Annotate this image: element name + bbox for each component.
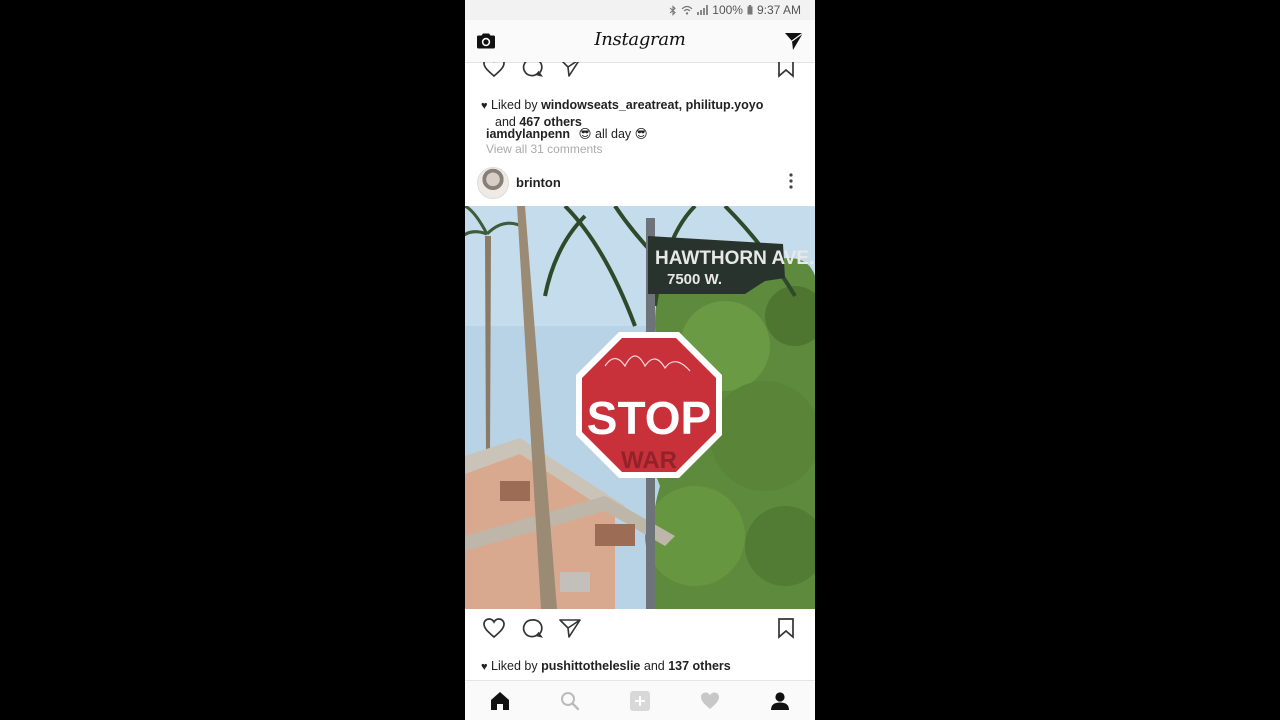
post2-liked-by-prefix: Liked by <box>491 659 538 673</box>
post2-header: brinton <box>465 162 815 206</box>
add-post-icon[interactable] <box>629 690 651 712</box>
post1-liked-by-users[interactable]: windowseats_areatreat, philitup.yoyo <box>541 98 763 112</box>
feed[interactable]: ♥ Liked by windowseats_areatreat, philit… <box>465 62 815 680</box>
like-heart-icon[interactable] <box>482 62 506 78</box>
street-sign-block: 7500 W. <box>667 271 722 288</box>
post2-and: and <box>643 659 665 673</box>
phone-screen: 100% 9:37 AM Instagram ♥ Liked by window… <box>465 0 815 720</box>
bottom-nav <box>465 680 815 720</box>
status-bar: 100% 9:37 AM <box>465 0 815 20</box>
small-heart-icon: ♥ <box>481 100 488 112</box>
post2-username[interactable]: brinton <box>516 175 561 190</box>
wifi-icon <box>681 5 693 15</box>
post1-caption: iamdylanpenn 😎 all day 😎 <box>486 126 648 141</box>
battery-percent: 100% <box>712 3 743 17</box>
search-icon[interactable] <box>559 690 581 712</box>
activity-heart-icon[interactable] <box>699 690 721 712</box>
stop-sign-graffiti: WAR <box>621 447 677 474</box>
post2-photo[interactable]: HAWTHORN AVE. 7500 W. STOP WAR <box>465 206 815 609</box>
profile-icon[interactable] <box>769 690 791 712</box>
home-icon[interactable] <box>489 690 511 712</box>
post1-liked-by-prefix: Liked by <box>491 98 538 112</box>
bookmark-icon[interactable] <box>776 617 796 639</box>
app-title: Instagram <box>594 29 686 50</box>
post2-liked-by-users[interactable]: pushittotheleslie <box>541 659 640 673</box>
like-heart-icon[interactable] <box>482 617 506 639</box>
status-time: 9:37 AM <box>756 3 801 17</box>
avatar[interactable] <box>477 167 509 199</box>
small-heart-icon: ♥ <box>481 661 488 673</box>
post1-view-comments[interactable]: View all 31 comments <box>486 142 603 156</box>
post1-actions <box>465 62 815 82</box>
comment-bubble-icon[interactable] <box>520 62 544 78</box>
street-sign-name: HAWTHORN AVE. <box>655 248 814 269</box>
post2-likes: ♥ Liked by pushittotheleslie and 137 oth… <box>481 658 731 675</box>
share-send-icon[interactable] <box>558 617 582 639</box>
more-options-icon[interactable] <box>785 170 797 192</box>
comment-bubble-icon[interactable] <box>520 617 544 639</box>
status-indicators: 100% 9:37 AM <box>669 3 801 17</box>
signal-icon <box>697 5 709 15</box>
battery-icon <box>747 5 753 15</box>
post1-caption-user[interactable]: iamdylanpenn <box>486 127 570 141</box>
stop-sign-text: STOP <box>587 392 711 444</box>
post2-others-count[interactable]: 137 others <box>668 659 731 673</box>
direct-message-icon[interactable] <box>783 30 805 52</box>
bluetooth-icon <box>669 4 677 16</box>
app-header: Instagram <box>465 20 815 63</box>
post1-caption-text: 😎 all day 😎 <box>578 127 648 141</box>
post2-actions <box>465 615 815 643</box>
share-send-icon[interactable] <box>558 62 582 78</box>
bookmark-icon[interactable] <box>776 62 796 78</box>
